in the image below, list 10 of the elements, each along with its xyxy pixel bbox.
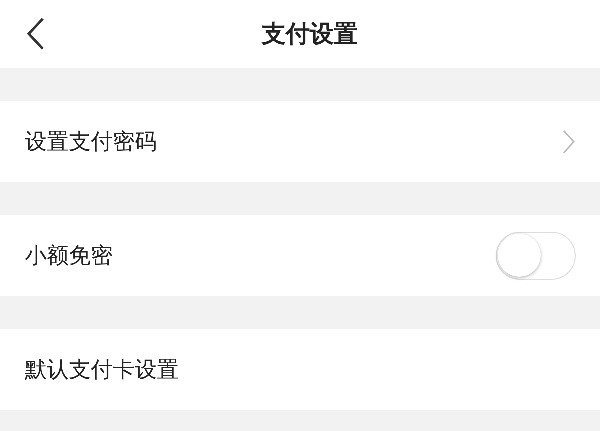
chevron-icon: [562, 128, 576, 154]
setting-label: 小额免密: [25, 242, 114, 270]
setting-row[interactable]: 默认支付卡设置: [0, 329, 600, 410]
setting-row[interactable]: 小额免密: [0, 215, 600, 296]
setting-label: 设置支付密码: [25, 128, 158, 156]
page-title: 支付设置: [260, 19, 359, 50]
setting-label: 默认支付卡设置: [25, 356, 180, 384]
setting-row[interactable]: 设置支付密码: [0, 101, 600, 182]
back-icon[interactable]: [26, 17, 46, 51]
toggle-switch[interactable]: [496, 232, 576, 280]
